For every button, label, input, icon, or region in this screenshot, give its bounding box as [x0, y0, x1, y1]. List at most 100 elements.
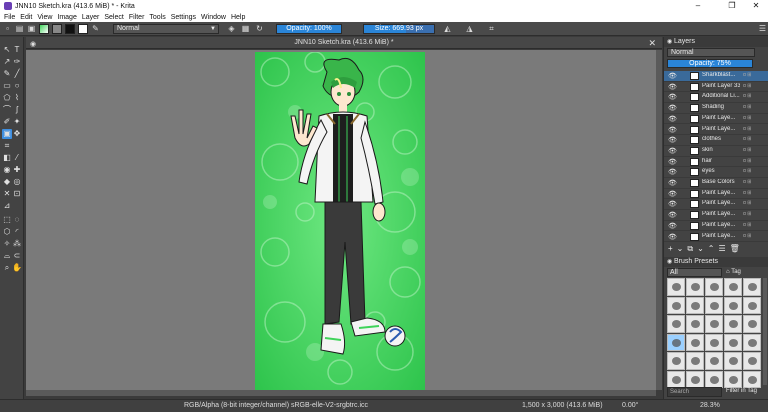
dynamic-brush-tool-icon[interactable]: ✐ — [2, 117, 12, 127]
brush-preset-tile[interactable] — [724, 333, 742, 351]
workspace-icon[interactable]: ☰ — [758, 24, 767, 33]
brush-preset-tile[interactable] — [667, 370, 685, 388]
menu-window[interactable]: Window — [201, 14, 226, 21]
pattern-swatch[interactable] — [52, 23, 62, 34]
layer-row[interactable]: 👁 clothes α ⊞ — [664, 135, 768, 146]
polygon-tool-icon[interactable]: ⬠ — [2, 93, 12, 103]
menu-file[interactable]: File — [4, 14, 15, 21]
move-layer-up-icon[interactable]: ⌃ — [708, 244, 715, 253]
brush-preset-tile[interactable] — [743, 296, 761, 314]
delete-layer-icon[interactable]: 🗑 — [730, 244, 740, 253]
new-document-icon[interactable]: ▫ — [3, 24, 12, 33]
brush-preset-tile[interactable] — [705, 278, 723, 296]
menu-select[interactable]: Select — [104, 14, 123, 21]
brush-preset-scrollbar[interactable] — [763, 278, 767, 385]
close-tab-icon[interactable]: ✕ — [648, 37, 656, 49]
menu-tools[interactable]: Tools — [149, 14, 165, 21]
ellipse-tool-icon[interactable]: ○ — [12, 81, 22, 91]
horizontal-scrollbar[interactable] — [26, 390, 656, 396]
visibility-eye-icon[interactable]: 👁 — [668, 158, 677, 166]
document-tab[interactable]: ◉ JNN10 Sketch.kra (413.6 MiB) * ✕ — [26, 37, 662, 49]
layer-flags-icon[interactable]: α ⊞ — [743, 158, 751, 164]
layer-flags-icon[interactable]: α ⊞ — [743, 233, 751, 239]
brush-search-input[interactable]: Search — [667, 387, 722, 397]
layer-row[interactable]: 👁 hair α ⊞ — [664, 157, 768, 168]
brush-preset-tile[interactable] — [667, 296, 685, 314]
reference-images-tool-icon[interactable]: ⊿ — [2, 201, 12, 211]
layer-flags-icon[interactable]: α ⊞ — [743, 179, 751, 185]
visibility-eye-icon[interactable]: 👁 — [668, 179, 677, 187]
visibility-eye-icon[interactable]: 👁 — [668, 147, 677, 155]
layer-row[interactable]: 👁 Sharkblast... α ⊞ — [664, 71, 768, 82]
layer-flags-icon[interactable]: α ⊞ — [743, 222, 751, 228]
calligraphy-tool-icon[interactable]: ✑ — [12, 57, 22, 67]
menu-edit[interactable]: Edit — [20, 14, 32, 21]
brush-filter-select[interactable]: All — [667, 268, 722, 277]
save-icon[interactable]: ▣ — [27, 24, 36, 33]
brush-preset-tile[interactable] — [724, 278, 742, 296]
line-tool-icon[interactable]: ╱ — [12, 69, 22, 79]
measure-tool-icon[interactable]: ⊡ — [12, 189, 22, 199]
preserve-alpha-icon[interactable]: ▦ — [241, 24, 250, 33]
layer-options-icon[interactable]: ⌄ — [677, 244, 684, 253]
brush-preset-icon[interactable]: ✎ — [91, 24, 100, 33]
brush-preset-tile[interactable] — [743, 278, 761, 296]
vertical-scrollbar[interactable] — [656, 50, 662, 390]
layer-row[interactable]: 👁 Additional Li... α ⊞ — [664, 92, 768, 104]
filter-in-tag-checkbox[interactable]: Filter in Tag — [726, 388, 757, 394]
layer-flags-icon[interactable]: α ⊞ — [743, 211, 751, 217]
layer-row[interactable]: 👁 eyes α ⊞ — [664, 167, 768, 178]
menu-view[interactable]: View — [37, 14, 52, 21]
brush-preset-tile[interactable] — [743, 333, 761, 351]
layer-row[interactable]: 👁 Shading α ⊞ — [664, 103, 768, 114]
brush-preset-tile[interactable] — [686, 352, 704, 370]
layer-row[interactable]: 👁 Paint Laye... α ⊞ — [664, 221, 768, 232]
layer-blend-mode-select[interactable]: Normal — [667, 48, 755, 57]
brush-preset-tile[interactable] — [705, 296, 723, 314]
brush-preset-tile[interactable] — [667, 333, 685, 351]
brush-tag-button[interactable]: ⌂ Tag — [726, 268, 766, 277]
visibility-eye-icon[interactable]: 👁 — [668, 168, 677, 176]
duplicate-layer-icon[interactable]: ⧉ — [687, 244, 693, 254]
brush-preset-tile[interactable] — [686, 315, 704, 333]
visibility-eye-icon[interactable]: 👁 — [668, 104, 677, 112]
layer-properties-icon[interactable]: ☰ — [719, 244, 726, 253]
visibility-eye-icon[interactable]: 👁 — [668, 72, 677, 80]
gradient-swatch[interactable] — [39, 23, 49, 34]
crop-tool-icon[interactable]: ⌗ — [2, 141, 12, 151]
brush-preset-tile[interactable] — [705, 315, 723, 333]
eraser-mode-icon[interactable]: ◈ — [227, 24, 236, 33]
visibility-eye-icon[interactable]: 👁 — [668, 233, 677, 241]
visibility-eye-icon[interactable]: 👁 — [668, 115, 677, 123]
brush-preset-tile[interactable] — [667, 278, 685, 296]
brush-preset-tile[interactable] — [667, 315, 685, 333]
colorize-mask-tool-icon[interactable]: ◉ — [2, 165, 12, 175]
size-slider[interactable]: Size: 669.93 px — [363, 24, 435, 34]
reload-preset-icon[interactable]: ↻ — [255, 24, 264, 33]
layer-opacity-slider[interactable]: Opacity: 75% — [667, 59, 753, 68]
layer-row[interactable]: 👁 skin α ⊞ — [664, 146, 768, 157]
brush-preset-tile[interactable] — [686, 370, 704, 388]
layer-flags-icon[interactable]: α ⊞ — [743, 190, 751, 196]
freehand-path-tool-icon[interactable]: ʃ — [12, 105, 22, 115]
menu-help[interactable]: Help — [231, 14, 245, 21]
layer-row[interactable]: 👁 Paint Laye... α ⊞ — [664, 199, 768, 211]
assistant-tool-icon[interactable]: ✕ — [2, 189, 12, 199]
visibility-eye-icon[interactable]: 👁 — [668, 190, 677, 198]
brush-preset-tile[interactable] — [705, 352, 723, 370]
polygonal-selection-tool-icon[interactable]: ⬡ — [2, 227, 12, 237]
multibrush-tool-icon[interactable]: ✦ — [12, 117, 22, 127]
layer-flags-icon[interactable]: α ⊞ — [743, 72, 751, 78]
layer-row[interactable]: 👁 Paint Layer 33 α ⊞ — [664, 82, 768, 93]
menu-layer[interactable]: Layer — [82, 14, 100, 21]
layer-row[interactable]: 👁 Paint Laye... α ⊞ — [664, 125, 768, 136]
artwork-canvas[interactable] — [255, 52, 425, 390]
freehand-brush-tool-icon[interactable]: ✎ — [2, 69, 12, 79]
brush-preset-tile[interactable] — [705, 370, 723, 388]
opacity-slider[interactable]: Opacity: 100% — [276, 24, 342, 34]
layer-flags-icon[interactable]: α ⊞ — [743, 83, 751, 89]
mirror-horizontal-icon[interactable]: ◭ — [443, 24, 452, 33]
layer-row[interactable]: 👁 Paint Laye... α ⊞ — [664, 114, 768, 125]
color-picker-tool-icon[interactable]: ⁄ — [12, 153, 22, 163]
brush-preset-tile[interactable] — [743, 315, 761, 333]
